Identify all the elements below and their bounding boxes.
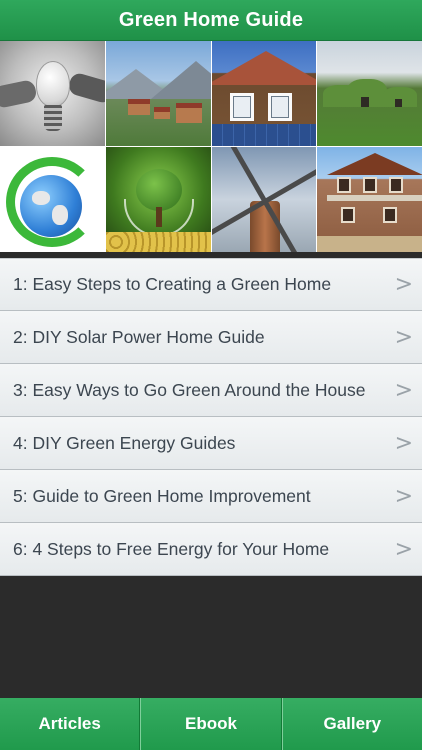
- chevron-right-icon: >: [394, 272, 413, 297]
- list-item[interactable]: 4: DIY Green Energy Guides >: [0, 417, 422, 470]
- tile-turf-houses[interactable]: [317, 41, 422, 146]
- list-item-label: 4: DIY Green Energy Guides: [13, 432, 236, 453]
- tile-recycle-globe[interactable]: [0, 147, 105, 252]
- tile-tree-in-glass[interactable]: [105, 147, 211, 252]
- list-item[interactable]: 5: Guide to Green Home Improvement >: [0, 470, 422, 523]
- tab-ebook[interactable]: Ebook: [140, 698, 282, 750]
- tab-bar: Articles Ebook Gallery: [0, 698, 422, 750]
- nav-bar: Green Home Guide: [0, 0, 422, 41]
- tile-western-house[interactable]: [317, 147, 422, 252]
- tab-gallery[interactable]: Gallery: [281, 698, 422, 750]
- page-title: Green Home Guide: [118, 8, 304, 31]
- chevron-right-icon: >: [394, 377, 413, 403]
- tile-wooden-house[interactable]: [211, 41, 317, 146]
- list-item[interactable]: 6: 4 Steps to Free Energy for Your Home …: [0, 523, 422, 576]
- image-grid: [0, 41, 422, 252]
- tile-windmill[interactable]: [211, 147, 317, 252]
- list-item[interactable]: 2: DIY Solar Power Home Guide >: [0, 311, 422, 364]
- article-list: 1: Easy Steps to Creating a Green Home >…: [0, 258, 422, 576]
- list-item-label: 5: Guide to Green Home Improvement: [13, 485, 311, 506]
- chevron-right-icon: >: [394, 430, 413, 456]
- list-item-label: 1: Easy Steps to Creating a Green Home: [13, 274, 332, 294]
- chevron-right-icon: >: [394, 536, 413, 562]
- list-item-label: 6: 4 Steps to Free Energy for Your Home: [13, 538, 330, 559]
- list-item[interactable]: 3: Easy Ways to Go Green Around the Hous…: [0, 364, 422, 417]
- chevron-right-icon: >: [394, 483, 413, 509]
- tab-articles[interactable]: Articles: [0, 698, 141, 750]
- tile-light-bulb[interactable]: [0, 41, 105, 146]
- chevron-right-icon: >: [394, 324, 413, 350]
- tile-mountain-village[interactable]: [105, 41, 211, 146]
- list-item-label: 3: Easy Ways to Go Green Around the Hous…: [13, 379, 366, 400]
- list-item-label: 2: DIY Solar Power Home Guide: [13, 326, 265, 347]
- list-item[interactable]: 1: Easy Steps to Creating a Green Home >: [0, 258, 422, 311]
